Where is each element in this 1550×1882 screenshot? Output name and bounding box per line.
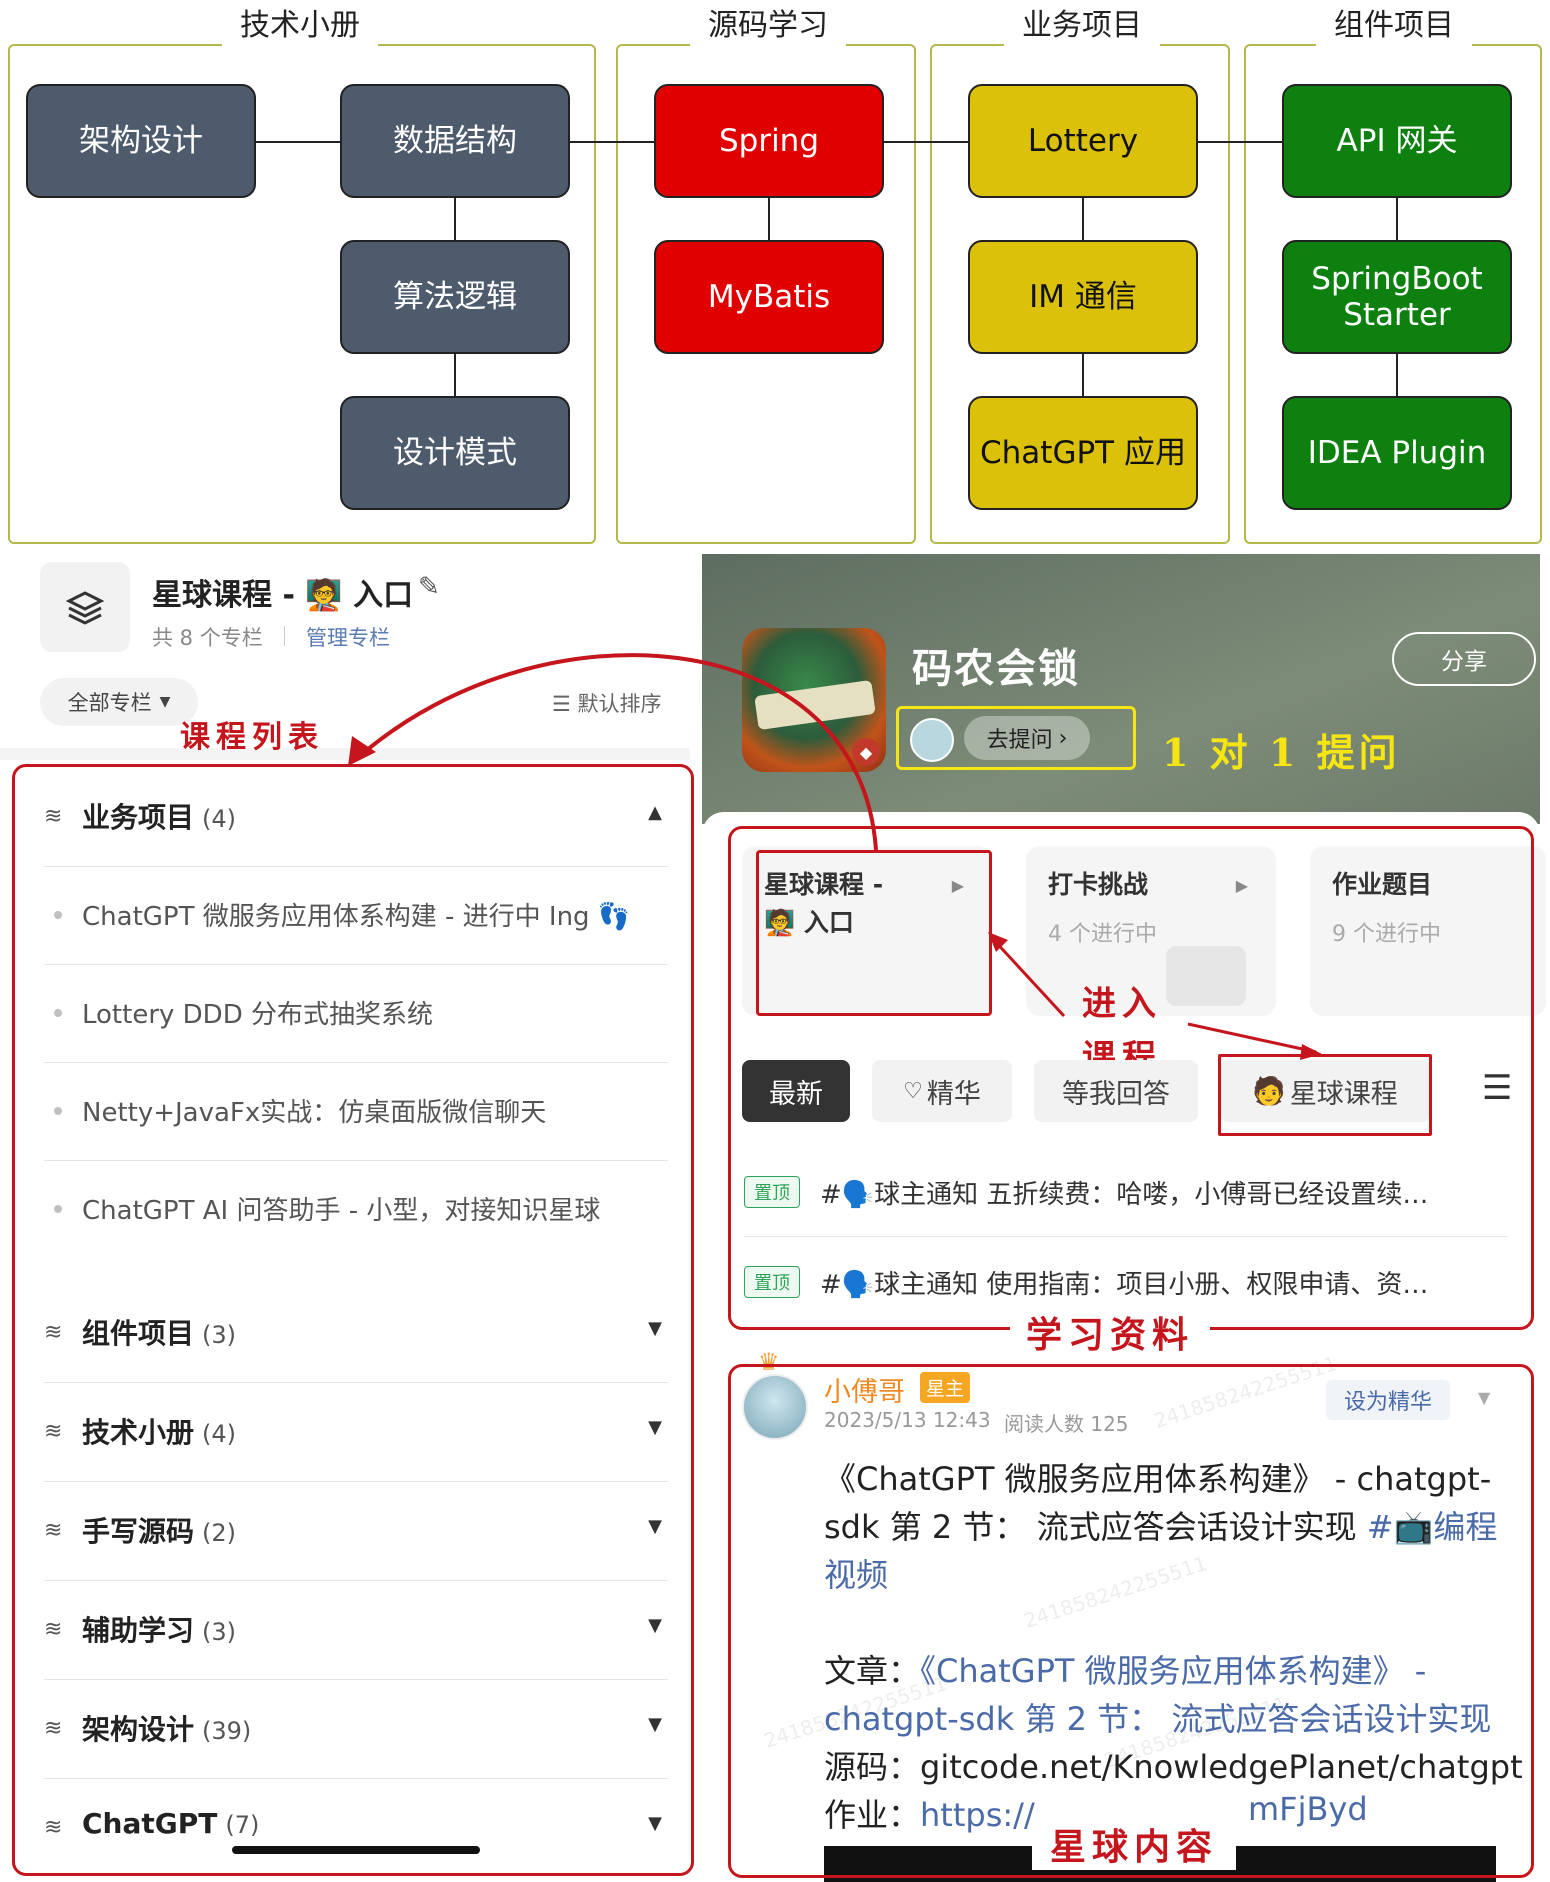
arrowhead-icon xyxy=(1300,1044,1322,1060)
arrow-to-courses-card xyxy=(990,936,1066,1018)
arrow-to-course-list xyxy=(358,653,878,851)
arrow-to-courses-tab xyxy=(1187,1022,1317,1054)
arrowhead-icon xyxy=(348,736,376,766)
arrowhead-icon xyxy=(988,932,1008,952)
annotation-arrows xyxy=(348,653,1322,1060)
